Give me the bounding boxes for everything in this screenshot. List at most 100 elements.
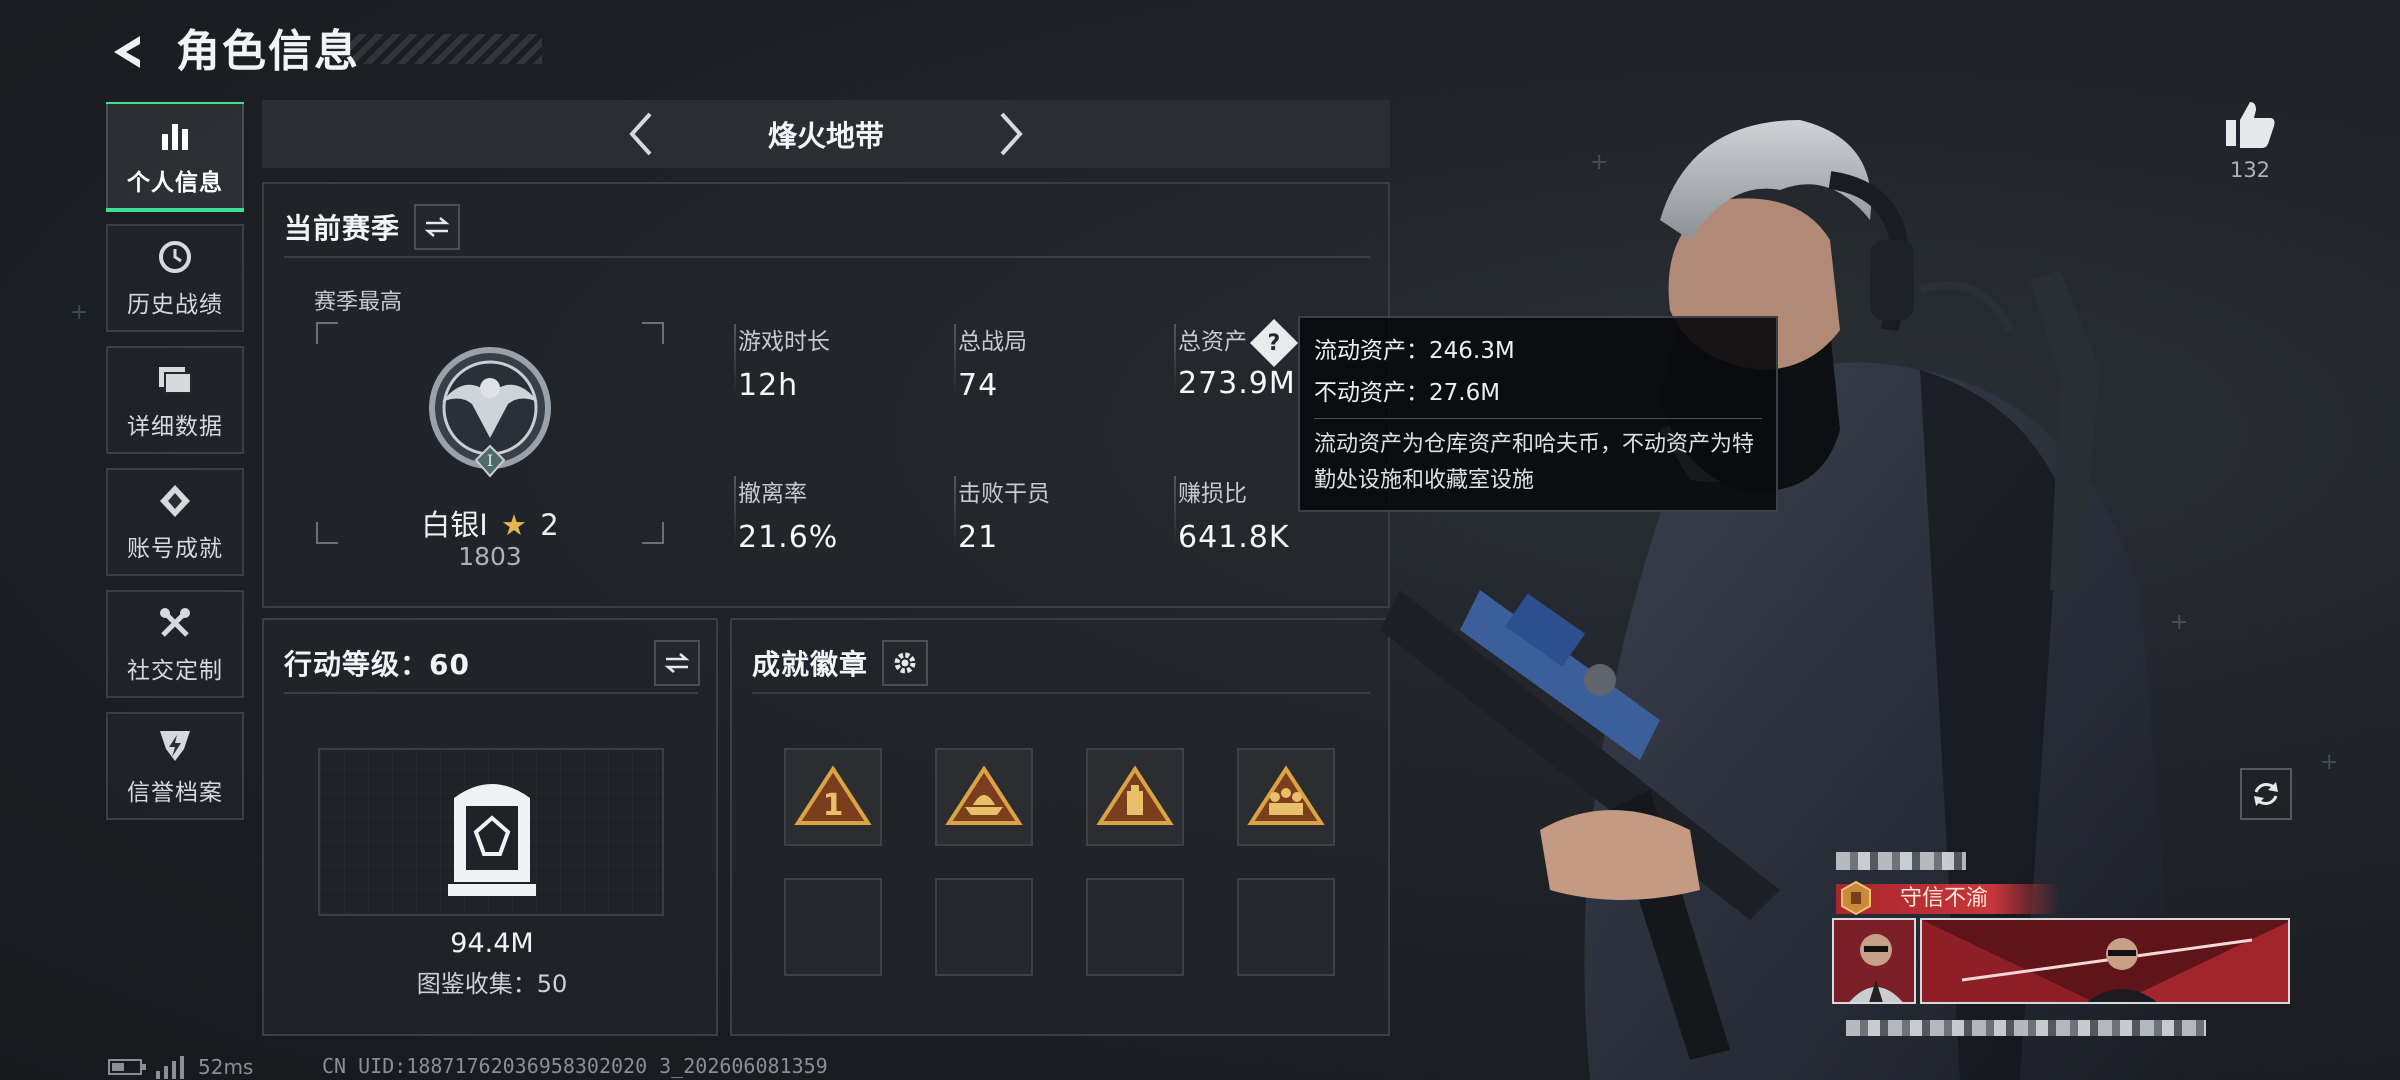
like-button[interactable] [2222, 96, 2278, 152]
nav-label: 社交定制 [127, 658, 223, 684]
honor-title: 守信不渝 [1900, 886, 1989, 911]
badge-slot-empty[interactable] [784, 878, 882, 976]
history-clock-icon [155, 237, 195, 277]
badge-slot[interactable] [1237, 748, 1335, 846]
divider [752, 692, 1370, 694]
divider [284, 256, 1370, 258]
medal-icon [155, 481, 195, 521]
switch-level-button[interactable] [654, 640, 700, 686]
latency-readout: 52ms [198, 1055, 254, 1079]
badge-slot-empty[interactable] [1237, 878, 1335, 976]
mode-next-button[interactable] [981, 104, 1041, 164]
chevron-left-icon [629, 112, 652, 156]
divider [284, 692, 698, 694]
honor-emblem-icon [1841, 880, 1871, 916]
collection-count: 图鉴收集：50 [416, 970, 568, 998]
mode-prev-button[interactable] [611, 104, 671, 164]
battery-icon [108, 1059, 146, 1075]
tooltip-fixed-assets: 不动资产：27.6M [1314, 380, 1501, 406]
stat-operators-defeated: 击败干员 21 [954, 474, 1158, 555]
assets-tooltip: 流动资产：246.3M 不动资产：27.6M 流动资产为仓库资产和哈夫币，不动资… [1298, 316, 1778, 512]
nav-item-detailed-data[interactable]: 详细数据 [106, 346, 244, 454]
stat-value: 12h [738, 368, 799, 403]
bar-chart-icon [155, 115, 195, 155]
character-info-screen: + + + + 角色信息 个人信息 历史战绩 详细数据 账号成就 社交定制 信誉… [0, 0, 2400, 1080]
chevron-right-icon [1000, 112, 1023, 156]
player-name-censored [1836, 852, 1966, 870]
rank-name-line: 白银I ★ 2 [316, 502, 664, 544]
mode-selector: 烽火地带 [262, 100, 1390, 168]
switch-arrows-icon [424, 217, 450, 237]
title-stripe-decoration [342, 34, 542, 64]
badge-number-one-icon: 1 [794, 765, 872, 825]
nav-label: 个人信息 [127, 170, 223, 196]
rank-score: 1803 [458, 542, 522, 571]
thumbs-up-icon [2226, 102, 2275, 148]
divider [1314, 418, 1762, 419]
refresh-button[interactable] [2240, 768, 2292, 820]
side-nav: 个人信息 历史战绩 详细数据 账号成就 社交定制 信誉档案 [106, 102, 244, 834]
back-button[interactable] [100, 24, 156, 80]
badge-slot-empty[interactable] [1086, 878, 1184, 976]
badges-title: 成就徽章 [752, 648, 869, 681]
refresh-icon [2254, 782, 2278, 806]
tools-icon [155, 603, 195, 643]
mode-name: 烽火地带 [767, 119, 884, 153]
player-name-card[interactable] [1920, 918, 2290, 1004]
hud-cross-decoration: + [2320, 750, 2339, 775]
badge-slot[interactable] [1086, 748, 1184, 846]
nav-item-credit-record[interactable]: 信誉档案 [106, 712, 244, 820]
star-icon: ★ [501, 508, 528, 542]
rank-stars: 2 [540, 508, 559, 542]
action-level-title: 行动等级：60 [284, 648, 470, 681]
stat-label-text: 总资产 [1178, 329, 1247, 355]
stat-label: 撤离率 [738, 481, 807, 507]
collection-display[interactable] [318, 748, 664, 916]
nav-label: 账号成就 [127, 536, 223, 562]
silver-rank-emblem-icon: I [429, 347, 551, 478]
nav-label: 详细数据 [127, 414, 223, 440]
shield-bolt-icon [155, 725, 195, 765]
tooltip-liquid-assets: 流动资产：246.3M [1314, 338, 1515, 364]
badge-slot-empty[interactable] [935, 878, 1033, 976]
nav-item-social-custom[interactable]: 社交定制 [106, 590, 244, 698]
switch-season-button[interactable] [414, 204, 461, 250]
page-title: 角色信息 [176, 26, 360, 77]
badge-team-icon [1247, 765, 1325, 825]
badge-settings-button[interactable] [882, 640, 929, 686]
hud-cross-decoration: + [70, 300, 89, 325]
stat-extraction-rate: 撤离率 21.6% [734, 474, 938, 555]
rank-name: 白银I [421, 508, 488, 542]
panel-header: 行动等级：60 [284, 640, 700, 686]
status-footer: 52ms [108, 1054, 253, 1080]
stat-label: 总战局 [958, 329, 1027, 355]
badge-slot[interactable]: 1 [784, 748, 882, 846]
nav-item-personal-info[interactable]: 个人信息 [106, 102, 244, 212]
help-icon[interactable]: ? [1249, 318, 1299, 367]
badge-boat-icon [945, 765, 1023, 825]
signal-icon [156, 1056, 184, 1079]
nav-label: 历史战绩 [127, 292, 223, 318]
tooltip-note: 流动资产为仓库资产和哈夫币，不动资产为特勤处设施和收藏室设施 [1314, 432, 1755, 493]
stat-value: 641.8K [1178, 520, 1290, 555]
collection-value: 94.4M [450, 928, 534, 959]
switch-arrows-icon [664, 653, 690, 673]
stat-label: 游戏时长 [738, 329, 830, 355]
badge-slot[interactable] [935, 748, 1033, 846]
player-uid: CN UID:18871762036958302020 3_2026060813… [322, 1054, 828, 1078]
stat-value: 21 [958, 520, 999, 555]
panel-header: 成就徽章 [752, 640, 929, 686]
season-best-label: 赛季最高 [314, 290, 403, 315]
player-avatar[interactable] [1832, 918, 1916, 1004]
back-arrow-icon [114, 36, 140, 68]
rank-card: I 白银I ★ 2 1803 [316, 322, 664, 571]
nav-item-history[interactable]: 历史战绩 [106, 224, 244, 332]
player-info-censored [1846, 1020, 2206, 1036]
stat-label: 击败干员 [958, 481, 1050, 507]
folder-icon [155, 359, 195, 399]
nav-item-achievements[interactable]: 账号成就 [106, 468, 244, 576]
svg-text:1: 1 [823, 788, 844, 823]
badge-canister-icon [1096, 765, 1174, 825]
panel-header: 当前赛季 [284, 204, 461, 250]
rank-tier-numeral: I [487, 451, 493, 470]
